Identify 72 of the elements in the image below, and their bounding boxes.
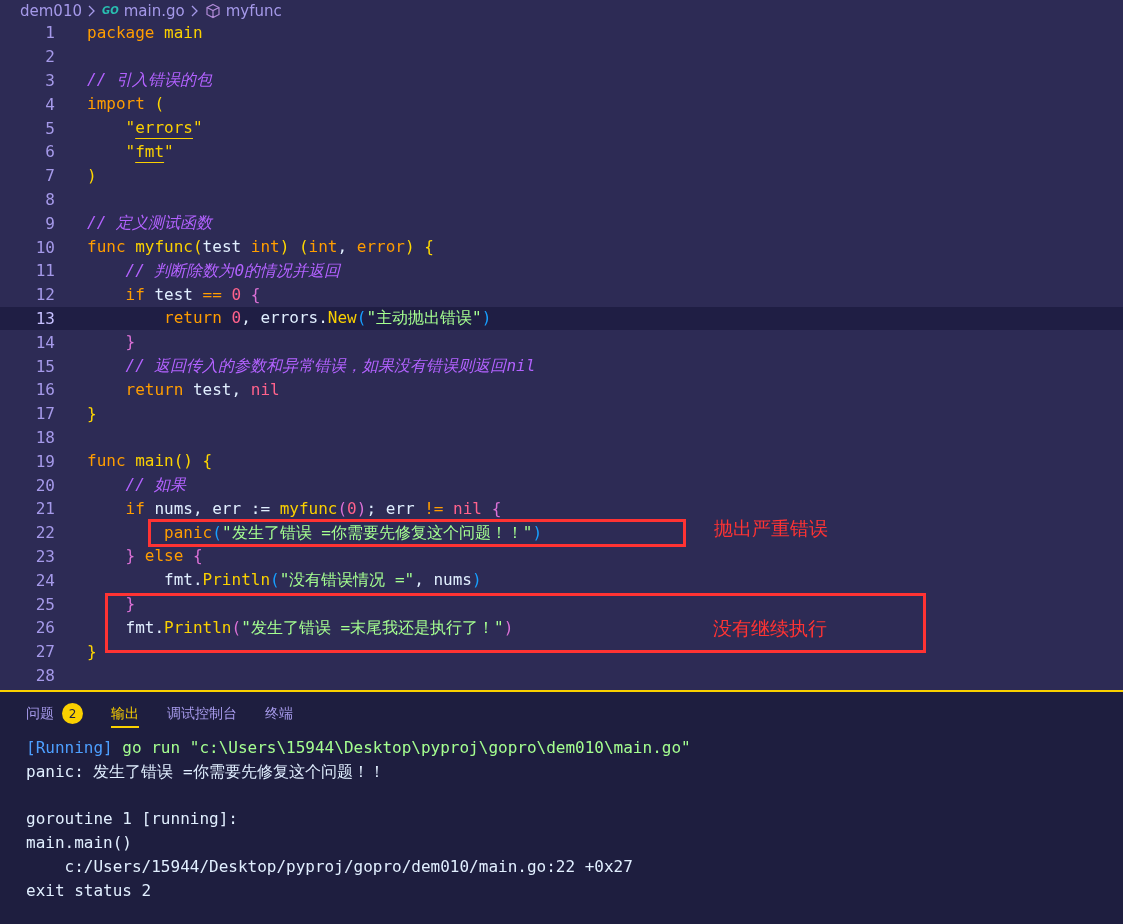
line-number: 17 (34, 404, 55, 424)
line-number: 3 (44, 71, 55, 90)
line-number: 11 (34, 261, 55, 281)
code-line: "fmt" (125, 142, 174, 161)
code-line: func main() { (87, 452, 213, 471)
line-number: 21 (34, 499, 55, 519)
code-comment: // 定义测试函数 (87, 214, 212, 233)
line-number: 19 (34, 451, 55, 471)
count-badge: 2 (62, 703, 83, 724)
output-line: main.main() (26, 833, 132, 853)
code-comment: // 返回传入的参数和异常错误，如果没有错误则返回nil (125, 357, 536, 376)
breadcrumb-item[interactable]: main.go (123, 1, 185, 20)
line-number: 6 (44, 142, 55, 162)
line-number: 27 (34, 642, 55, 662)
line-number: 5 (44, 118, 55, 138)
code-comment: // 如果 (125, 476, 187, 495)
breadcrumb-item[interactable]: dem010 (20, 1, 82, 20)
code-line: } (125, 595, 136, 613)
line-number: 22 (34, 523, 55, 543)
line-number: 2 (44, 47, 55, 67)
annotation-label: 抛出严重错误 (714, 516, 828, 541)
code-line: } (87, 404, 97, 423)
output-line: panic: 发生了错误 =你需要先修复这个问题！！ (26, 761, 385, 781)
code-line: fmt.Println("发生了错误 =末尾我还是执行了！") (125, 618, 514, 637)
line-number: 28 (34, 665, 55, 685)
line-number: 4 (44, 94, 55, 114)
annotation-label: 没有继续执行 (713, 616, 827, 641)
line-number: 20 (34, 475, 55, 495)
code-comment: // 判断除数为0的情况并返回 (125, 261, 341, 280)
line-number: 23 (34, 546, 55, 566)
line-number: 15 (34, 356, 55, 376)
breadcrumb-item[interactable]: myfunc (225, 1, 282, 20)
code-line: } (125, 333, 136, 352)
line-number: 26 (34, 618, 55, 638)
line-number: 13 (34, 308, 55, 328)
chevron-icon (190, 4, 199, 17)
code-line: package main (87, 23, 203, 42)
code-line: panic("发生了错误 =你需要先修复这个问题！！") (164, 523, 543, 542)
code-line: return 0, errors.New("主动抛出错误") (164, 309, 492, 328)
code-line: } (87, 642, 97, 661)
output-line: goroutine 1 [running]: (26, 809, 238, 829)
output-line: [Running] go run "c:\Users\15944\Desktop\pyproj\gopro\dem010\main.go" (26, 738, 691, 757)
chevron-icon (88, 4, 96, 17)
go-file-icon: GO (102, 5, 119, 16)
line-number: 12 (34, 285, 55, 305)
panel-tab[interactable]: 调试控制台 (167, 698, 237, 728)
code-line: } else { (125, 547, 203, 566)
line-number: 24 (34, 570, 55, 590)
panel-tab[interactable]: 问题 2 (26, 698, 83, 728)
panel-tab[interactable]: 终端 (265, 698, 293, 728)
code-line: if test == 0 { (125, 285, 261, 304)
line-number: 7 (44, 166, 55, 186)
output-line: c:/Users/15944/Desktop/pyproj/gopro/dem010/main.go:22 +0x27 (63, 857, 633, 876)
line-number: 16 (34, 380, 55, 400)
line-number: 8 (44, 189, 55, 209)
code-line: import ( (87, 95, 165, 114)
cube-icon (204, 2, 221, 19)
code-line: "errors" (125, 119, 203, 138)
code-comment: // 引入错误的包 (87, 71, 212, 90)
output-line: exit status 2 (26, 880, 152, 900)
panel-tab[interactable]: 输出 (111, 698, 139, 728)
code-line: ) (87, 166, 97, 185)
line-number: 18 (34, 427, 55, 447)
code-line: fmt.Println("没有错误情况 =", nums) (164, 571, 482, 590)
line-number: 9 (44, 213, 55, 233)
code-line: return test, nil (125, 380, 280, 399)
line-number: 25 (34, 594, 55, 614)
line-number: 10 (34, 237, 55, 257)
code-line: if nums, err := myfunc(0); err != nil { (125, 499, 502, 518)
line-number: 14 (34, 332, 55, 352)
code-line: func myfunc(test int) (int, error) { (87, 238, 434, 257)
line-number: 1 (44, 23, 55, 43)
